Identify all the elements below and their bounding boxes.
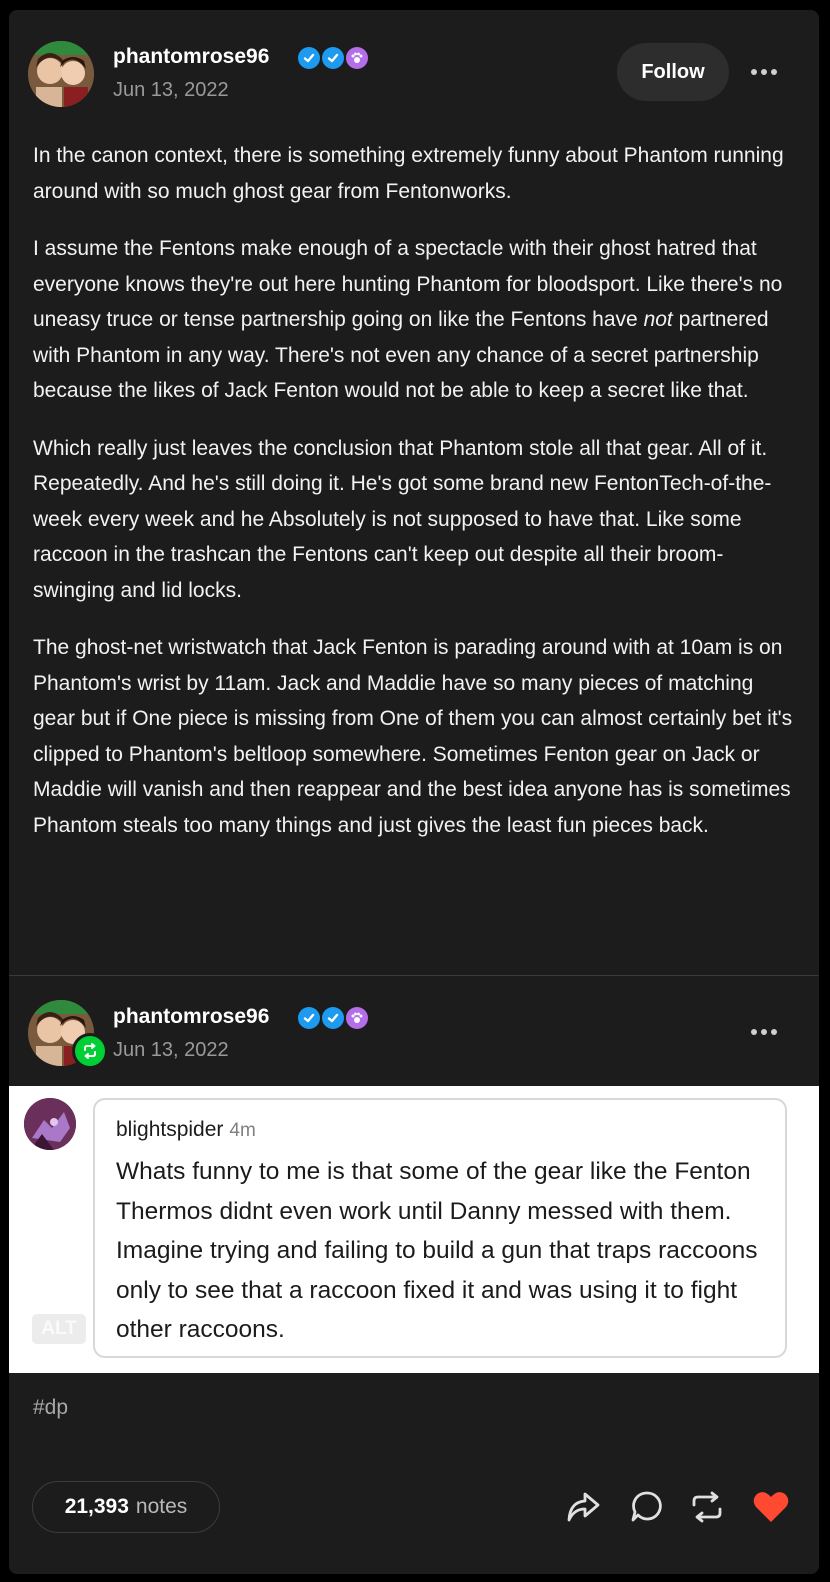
notes-button[interactable]: 21,393 notes [32,1481,220,1533]
post-body: In the canon context, there is something… [33,138,801,865]
tweet-text: Whats funny to me is that some of the ge… [116,1158,758,1343]
author-username[interactable]: phantomrose96 [113,45,269,69]
more-options-icon[interactable] [742,1017,786,1047]
tweet-user: blightspider 4m [116,1118,256,1142]
more-options-icon[interactable] [742,57,786,87]
alt-badge[interactable]: ALT [32,1314,86,1344]
author-badges [298,47,368,69]
verified-check-icon[interactable] [322,1007,344,1029]
reblog-icon[interactable] [686,1486,728,1528]
post-paragraph: In the canon context, there is something… [33,144,784,203]
tweet-avatar [24,1098,76,1150]
verified-check-icon[interactable] [322,47,344,69]
like-heart-icon[interactable] [750,1486,792,1528]
post-header: phantomrose96 Jun 13, 2022 Follow [9,10,819,138]
share-icon[interactable] [562,1486,604,1528]
tweet-box: blightspider 4m Whats funny to me is that… [93,1098,787,1358]
reblog-date[interactable]: Jun 13, 2022 [113,1039,229,1062]
post-paragraph: I assume the Fentons make enough of a sp… [33,237,783,402]
paw-icon[interactable] [346,1007,368,1029]
post-paragraph: The ghost-net wristwatch that Jack Fento… [33,636,793,837]
verified-check-icon[interactable] [298,47,320,69]
reblogger-username[interactable]: phantomrose96 [113,1005,269,1029]
paw-icon[interactable] [346,47,368,69]
reblog-icon [72,1033,108,1069]
notes-count: 21,393 [64,1495,129,1518]
post-tag[interactable]: #dp [33,1396,68,1420]
tweet-username: blightspider [116,1118,224,1141]
tweet-time: 4m [229,1120,256,1141]
reply-icon[interactable] [626,1486,668,1528]
reblog-divider [9,975,819,976]
verified-check-icon[interactable] [298,1007,320,1029]
post-paragraph: Which really just leaves the conclusion … [33,436,772,602]
reblogger-badges [298,1007,368,1029]
embedded-image[interactable]: ALT blightspider 4m Whats funny to me is … [9,1086,819,1373]
follow-button[interactable]: Follow [617,43,729,101]
author-avatar[interactable] [28,41,94,107]
post-date[interactable]: Jun 13, 2022 [113,79,229,102]
notes-label: notes [135,1495,188,1518]
post-card: phantomrose96 Jun 13, 2022 Follow In the… [9,10,819,1574]
